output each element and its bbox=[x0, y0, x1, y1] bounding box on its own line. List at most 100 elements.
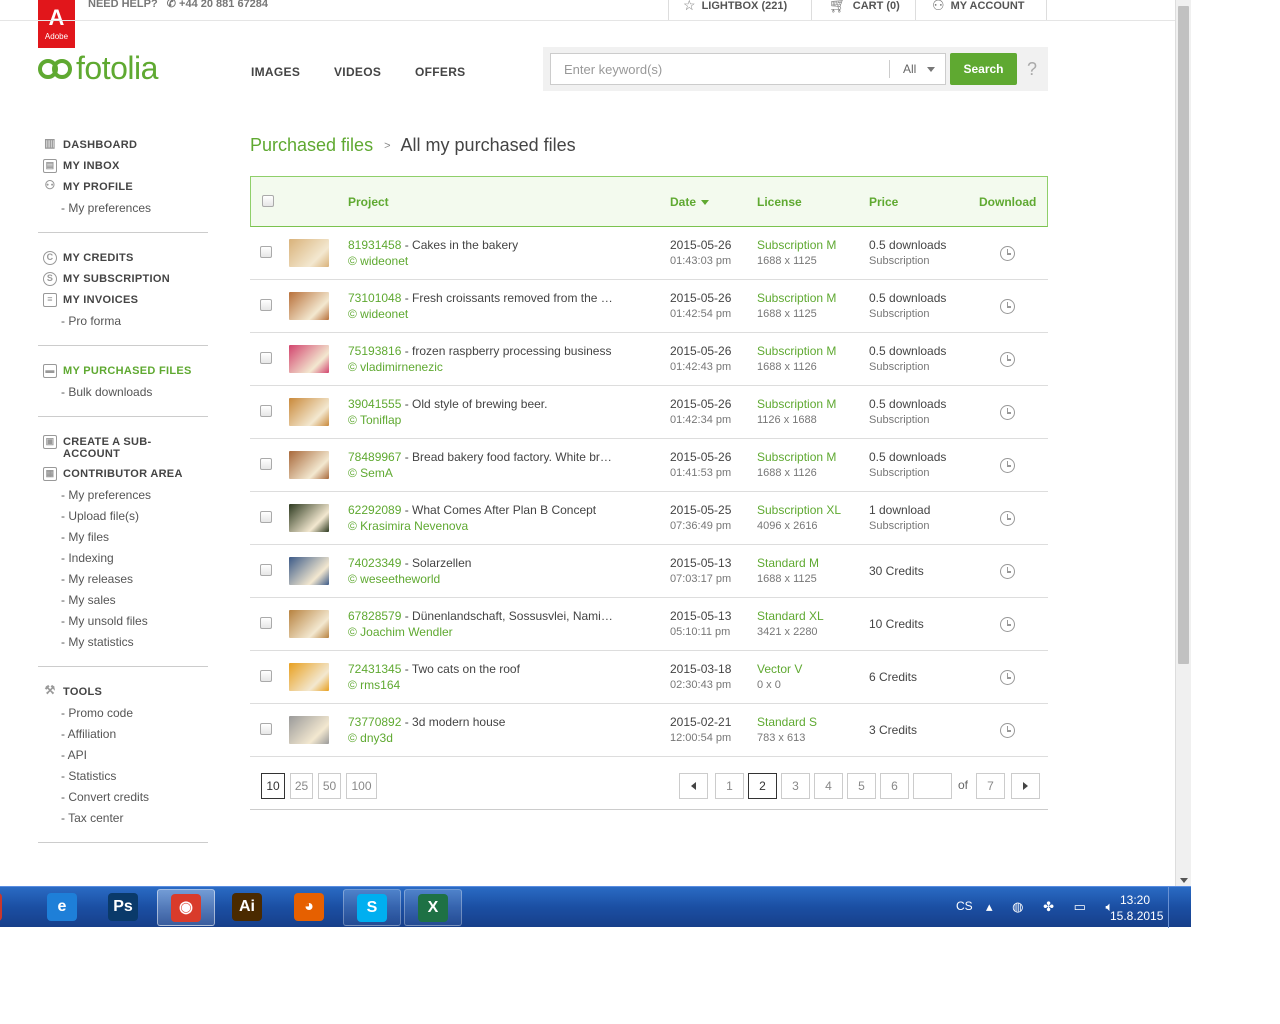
file-id-link[interactable]: 72431345 bbox=[348, 662, 401, 676]
taskbar-button[interactable]: e bbox=[34, 889, 92, 926]
sidebar-subitem[interactable]: - Bulk downloads bbox=[38, 383, 208, 404]
file-thumbnail[interactable] bbox=[289, 504, 329, 532]
license-link[interactable]: Subscription M bbox=[757, 397, 836, 411]
per-page-10[interactable]: 10 bbox=[261, 773, 285, 799]
license-link[interactable]: Subscription M bbox=[757, 450, 836, 464]
row-checkbox[interactable] bbox=[260, 617, 272, 629]
per-page-100[interactable]: 100 bbox=[346, 773, 377, 799]
clock-icon[interactable] bbox=[1000, 246, 1015, 261]
clock-icon[interactable] bbox=[1000, 352, 1015, 367]
file-id-link[interactable]: 62292089 bbox=[348, 503, 401, 517]
nav-images[interactable]: IMAGES bbox=[251, 65, 300, 79]
search-button[interactable]: Search bbox=[950, 53, 1017, 85]
author-link[interactable]: © weseetheworld bbox=[348, 572, 440, 586]
file-id-link[interactable]: 81931458 bbox=[348, 238, 401, 252]
file-id-link[interactable]: 73770892 bbox=[348, 715, 401, 729]
page-number-input[interactable] bbox=[913, 773, 952, 799]
file-id-link[interactable]: 67828579 bbox=[348, 609, 401, 623]
sidebar-subitem[interactable]: - Promo code bbox=[38, 704, 208, 725]
sidebar-subitem[interactable]: - Tax center bbox=[38, 809, 208, 830]
file-thumbnail[interactable] bbox=[289, 292, 329, 320]
sidebar-subitem[interactable]: - My unsold files bbox=[38, 612, 208, 633]
page-1[interactable]: 1 bbox=[715, 773, 744, 799]
license-link[interactable]: Standard M bbox=[757, 556, 819, 570]
vertical-scrollbar[interactable] bbox=[1175, 0, 1191, 886]
sidebar-item[interactable]: ▣ CREATE A SUB-ACCOUNT bbox=[38, 433, 208, 465]
author-link[interactable]: © vladimirnenezic bbox=[348, 360, 443, 374]
file-id-link[interactable]: 73101048 bbox=[348, 291, 401, 305]
column-date[interactable]: Date bbox=[670, 195, 710, 209]
phone-number[interactable]: +44 20 881 67284 bbox=[179, 0, 268, 10]
author-link[interactable]: © dny3d bbox=[348, 731, 393, 745]
sidebar-subitem[interactable]: - Upload file(s) bbox=[38, 507, 208, 528]
sidebar-item[interactable]: S MY SUBSCRIPTION bbox=[38, 270, 208, 291]
taskbar-button[interactable]: ◕ bbox=[281, 889, 339, 926]
page-3[interactable]: 3 bbox=[781, 773, 810, 799]
file-id-link[interactable]: 74023349 bbox=[348, 556, 401, 570]
license-link[interactable]: Subscription M bbox=[757, 238, 836, 252]
sidebar-subitem[interactable]: - My releases bbox=[38, 570, 208, 591]
license-link[interactable]: Subscription M bbox=[757, 291, 836, 305]
author-link[interactable]: © wideonet bbox=[348, 254, 408, 268]
clock-icon[interactable] bbox=[1000, 564, 1015, 579]
sidebar-subitem[interactable]: - Indexing bbox=[38, 549, 208, 570]
sidebar-item[interactable]: C MY CREDITS bbox=[38, 249, 208, 270]
language-indicator[interactable]: CS bbox=[956, 899, 973, 913]
author-link[interactable]: © SemA bbox=[348, 466, 393, 480]
sidebar-subitem[interactable]: - My statistics bbox=[38, 633, 208, 654]
system-tray[interactable]: ▴ ◍ ✤ ▭ 🔈︎ bbox=[986, 899, 1121, 915]
scrollbar-thumb[interactable] bbox=[1178, 6, 1189, 664]
page-5[interactable]: 5 bbox=[847, 773, 876, 799]
breadcrumb-root[interactable]: Purchased files bbox=[250, 135, 373, 155]
sidebar-item[interactable]: ⚒ TOOLS bbox=[38, 683, 208, 704]
file-id-link[interactable]: 78489967 bbox=[348, 450, 401, 464]
sidebar-subitem[interactable]: - My preferences bbox=[38, 199, 208, 220]
search-scope-select[interactable]: All bbox=[903, 62, 916, 76]
lightbox-link[interactable]: ☆ LIGHTBOX (221) bbox=[683, 0, 787, 14]
clock[interactable]: 13:20 15.8.2015 bbox=[1110, 892, 1163, 924]
license-link[interactable]: Subscription M bbox=[757, 344, 836, 358]
row-checkbox[interactable] bbox=[260, 723, 272, 735]
sidebar-subitem[interactable]: - My preferences bbox=[38, 486, 208, 507]
author-link[interactable]: © Joachim Wendler bbox=[348, 625, 453, 639]
sidebar-item[interactable]: ▥ DASHBOARD bbox=[38, 136, 208, 157]
clock-icon[interactable] bbox=[1000, 511, 1015, 526]
sidebar-item[interactable]: ≡ MY INVOICES bbox=[38, 291, 208, 312]
author-link[interactable]: © rms164 bbox=[348, 678, 400, 692]
file-thumbnail[interactable] bbox=[289, 716, 329, 744]
file-thumbnail[interactable] bbox=[289, 398, 329, 426]
row-checkbox[interactable] bbox=[260, 299, 272, 311]
adobe-logo[interactable]: A Adobe bbox=[38, 0, 75, 48]
row-checkbox[interactable] bbox=[260, 670, 272, 682]
nav-offers[interactable]: OFFERS bbox=[415, 65, 465, 79]
sidebar-item[interactable]: ⚇ MY PROFILE bbox=[38, 178, 208, 199]
sidebar-subitem[interactable]: - My sales bbox=[38, 591, 208, 612]
taskbar-button[interactable]: ◉ bbox=[157, 889, 215, 926]
column-license[interactable]: License bbox=[757, 195, 802, 209]
sidebar-item[interactable]: ▬ MY PURCHASED FILES bbox=[38, 362, 208, 383]
sidebar-item[interactable]: ▦ CONTRIBUTOR AREA bbox=[38, 465, 208, 486]
license-link[interactable]: Subscription XL bbox=[757, 503, 841, 517]
author-link[interactable]: © wideonet bbox=[348, 307, 408, 321]
file-thumbnail[interactable] bbox=[289, 557, 329, 585]
row-checkbox[interactable] bbox=[260, 458, 272, 470]
license-link[interactable]: Vector V bbox=[757, 662, 802, 676]
select-all-checkbox[interactable] bbox=[262, 195, 274, 207]
column-project[interactable]: Project bbox=[348, 195, 389, 209]
per-page-25[interactable]: 25 bbox=[290, 773, 313, 799]
row-checkbox[interactable] bbox=[260, 511, 272, 523]
page-2[interactable]: 2 bbox=[748, 773, 777, 799]
taskbar-button[interactable]: Ps bbox=[95, 889, 153, 926]
taskbar-button[interactable]: S bbox=[343, 889, 401, 926]
page-6[interactable]: 6 bbox=[880, 773, 909, 799]
license-link[interactable]: Standard XL bbox=[757, 609, 824, 623]
clock-icon[interactable] bbox=[1000, 617, 1015, 632]
clock-icon[interactable] bbox=[1000, 670, 1015, 685]
search-input[interactable]: Enter keyword(s) All bbox=[550, 53, 946, 85]
column-price[interactable]: Price bbox=[869, 195, 898, 209]
row-checkbox[interactable] bbox=[260, 246, 272, 258]
sidebar-item[interactable]: ▤ MY INBOX bbox=[38, 157, 208, 178]
clock-icon[interactable] bbox=[1000, 723, 1015, 738]
file-id-link[interactable]: 75193816 bbox=[348, 344, 401, 358]
file-thumbnail[interactable] bbox=[289, 610, 329, 638]
